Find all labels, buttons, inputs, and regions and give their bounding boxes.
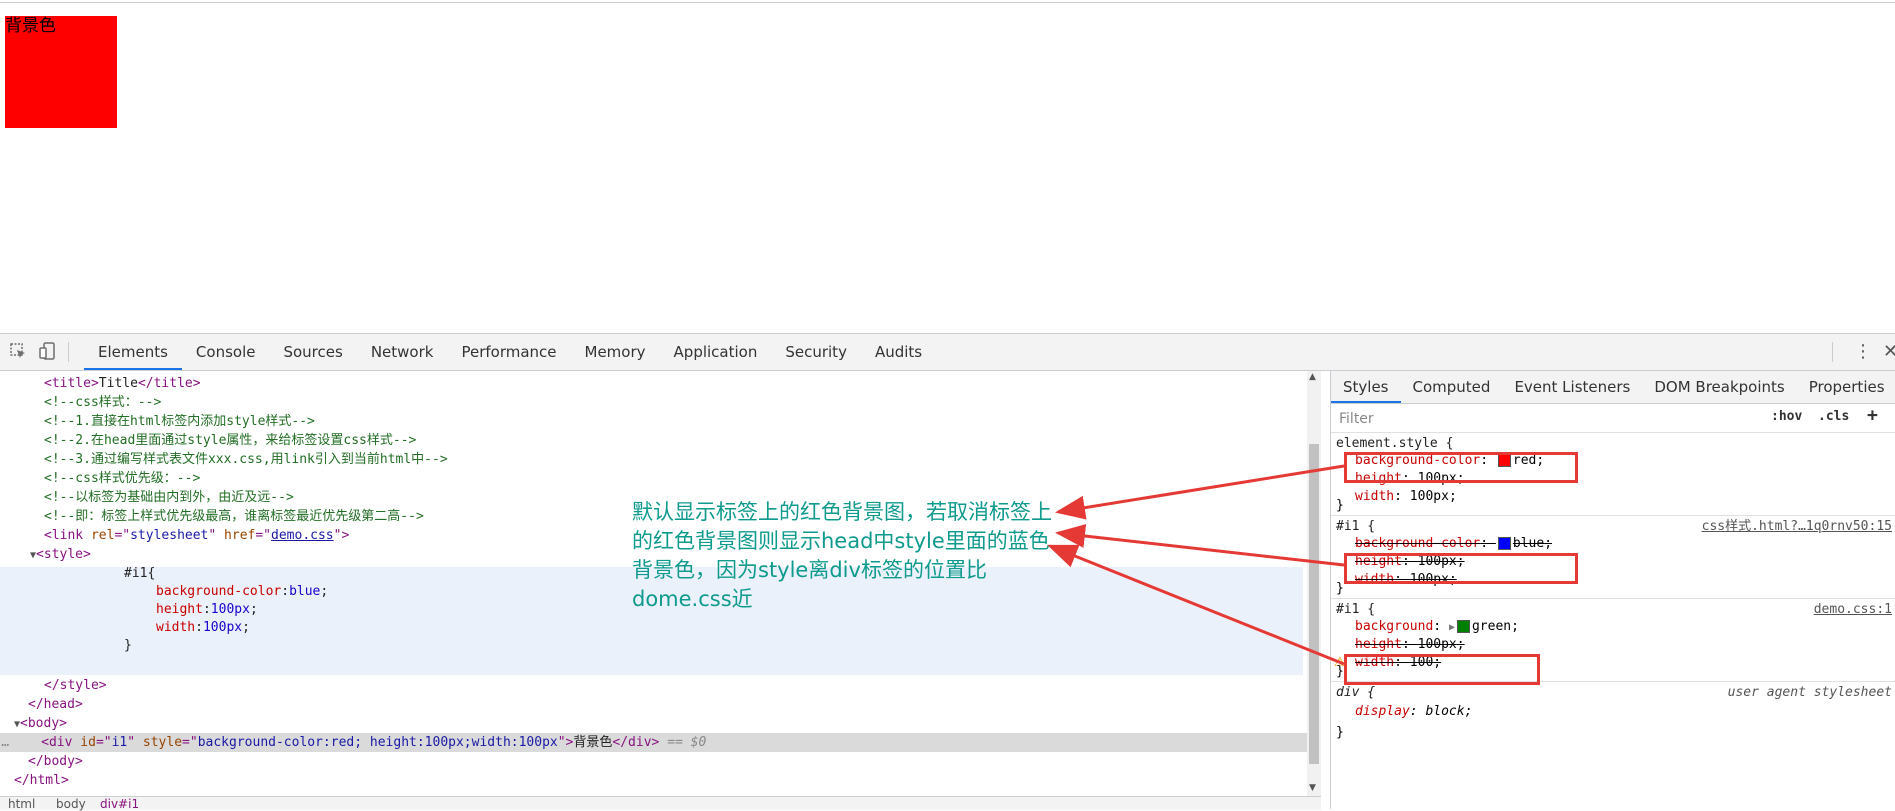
tab-application[interactable]: Application bbox=[660, 334, 772, 370]
cls-button[interactable]: .cls bbox=[1818, 409, 1849, 424]
div-text: 背景色 bbox=[5, 16, 56, 36]
style-declaration: display: block; bbox=[1355, 704, 1473, 719]
styles-tabbar: Styles Computed Event Listeners DOM Brea… bbox=[1331, 371, 1895, 404]
style-declaration-overridden[interactable]: background-color: blue; bbox=[1355, 535, 1552, 553]
tab-properties[interactable]: Properties bbox=[1797, 371, 1895, 403]
tab-performance[interactable]: Performance bbox=[447, 334, 570, 370]
tab-computed[interactable]: Computed bbox=[1401, 371, 1503, 403]
inspect-element-icon[interactable] bbox=[8, 342, 28, 362]
toolbar-separator bbox=[68, 342, 69, 362]
devtools-tabs: Elements Console Sources Network Perform… bbox=[84, 334, 936, 370]
rule-close: } bbox=[1336, 725, 1344, 740]
close-devtools-icon[interactable]: ✕ bbox=[1883, 342, 1895, 362]
tree-line-html-close[interactable]: </html> bbox=[14, 771, 1307, 790]
rule-selector: #i1 { bbox=[1336, 602, 1376, 617]
styles-pane: Styles Computed Event Listeners DOM Brea… bbox=[1330, 371, 1895, 809]
tab-styles[interactable]: Styles bbox=[1331, 371, 1401, 403]
tab-audits[interactable]: Audits bbox=[861, 334, 936, 370]
page-viewport: 背景色 bbox=[0, 3, 1895, 333]
scroll-down-icon[interactable]: ▼ bbox=[1309, 783, 1316, 793]
tab-sources[interactable]: Sources bbox=[269, 334, 356, 370]
tree-line-comment[interactable]: <!--1.直接在html标签内添加style样式--> bbox=[44, 412, 1307, 431]
breadcrumb-html[interactable]: html bbox=[8, 797, 35, 811]
tree-line-body-open[interactable]: ▼<body> bbox=[14, 714, 1307, 733]
style-declaration-overridden[interactable]: height: 100px; bbox=[1355, 636, 1465, 654]
style-declaration[interactable]: width: 100px; bbox=[1355, 488, 1457, 506]
rule-selector: div { bbox=[1336, 685, 1376, 700]
rule-source-link[interactable]: css样式.html?…1q0rnv50:15 bbox=[1702, 518, 1892, 536]
tree-line-style-close[interactable]: </style> bbox=[44, 676, 1307, 695]
tab-event-listeners[interactable]: Event Listeners bbox=[1502, 371, 1642, 403]
color-swatch-blue-icon[interactable] bbox=[1497, 537, 1511, 550]
tree-line-div-selected[interactable]: … <div id="i1" style="background-color:r… bbox=[2, 733, 1307, 752]
rule-close: } bbox=[1336, 664, 1344, 679]
more-options-icon[interactable]: ⋮ bbox=[1854, 342, 1872, 362]
scroll-up-icon[interactable]: ▲ bbox=[1309, 372, 1316, 382]
color-swatch-green-icon[interactable] bbox=[1456, 620, 1470, 633]
rule-source-link[interactable]: demo.css:1 bbox=[1814, 601, 1892, 619]
device-toolbar-icon[interactable] bbox=[38, 342, 58, 362]
tree-line-head-close[interactable]: </head> bbox=[28, 695, 1307, 714]
hov-button[interactable]: :hov bbox=[1771, 409, 1802, 424]
red-div-element[interactable]: 背景色 bbox=[5, 16, 117, 128]
styles-filter-input[interactable] bbox=[1337, 407, 1761, 431]
rule-close: } bbox=[1336, 581, 1344, 596]
demo-css-link[interactable]: demo.css bbox=[271, 528, 334, 543]
tree-line-title[interactable]: <title>Title</title> bbox=[44, 374, 1307, 393]
elements-scrollbar-thumb[interactable] bbox=[1309, 444, 1319, 764]
rule-selector: #i1 { bbox=[1336, 519, 1376, 534]
annotation-box-red bbox=[1344, 452, 1578, 483]
tree-line-comment[interactable]: <!--css样式：--> bbox=[44, 393, 1307, 412]
tab-security[interactable]: Security bbox=[771, 334, 861, 370]
annotation-box-green bbox=[1344, 654, 1540, 685]
new-rule-icon[interactable]: + bbox=[1867, 405, 1878, 426]
tree-line-comment[interactable]: <!--css样式优先级：--> bbox=[44, 469, 1307, 488]
tab-elements[interactable]: Elements bbox=[84, 334, 182, 370]
annotation-text: 默认显示标签上的红色背景图，若取消标签上的红色背景图则显示head中style里… bbox=[632, 500, 1052, 611]
css-decl-line: width:100px; bbox=[156, 620, 250, 635]
tree-line-body-close[interactable]: </body> bbox=[28, 752, 1307, 771]
tab-network[interactable]: Network bbox=[357, 334, 448, 370]
tab-memory[interactable]: Memory bbox=[571, 334, 660, 370]
expand-shorthand-icon[interactable]: ▶ bbox=[1449, 622, 1455, 633]
devtools-tabbar: Elements Console Sources Network Perform… bbox=[0, 334, 1895, 371]
filter-bar: :hov .cls + bbox=[1331, 404, 1895, 433]
rule-source-label: user agent stylesheet bbox=[1727, 685, 1892, 700]
annotation-box-blue bbox=[1344, 553, 1578, 584]
toolbar-separator-right bbox=[1832, 342, 1833, 362]
rule-close: } bbox=[1336, 498, 1344, 513]
css-close-line: } bbox=[124, 638, 132, 653]
tree-line-comment[interactable]: <!--2.在head里面通过style属性，来给标签设置css样式--> bbox=[44, 431, 1307, 450]
breadcrumb-div[interactable]: div#i1 bbox=[100, 797, 139, 811]
style-declaration[interactable]: background: ▶ green; bbox=[1355, 618, 1519, 636]
rule-user-agent: div { user agent stylesheet display: blo… bbox=[1331, 682, 1895, 744]
rule-selector: element.style { bbox=[1336, 436, 1454, 451]
tab-console[interactable]: Console bbox=[182, 334, 270, 370]
breadcrumb-body[interactable]: body bbox=[56, 797, 86, 811]
tree-line-comment[interactable]: <!--3.通过编写样式表文件xxx.css,用link引入到当前html中--… bbox=[44, 450, 1307, 469]
tab-dom-breakpoints[interactable]: DOM Breakpoints bbox=[1642, 371, 1796, 403]
